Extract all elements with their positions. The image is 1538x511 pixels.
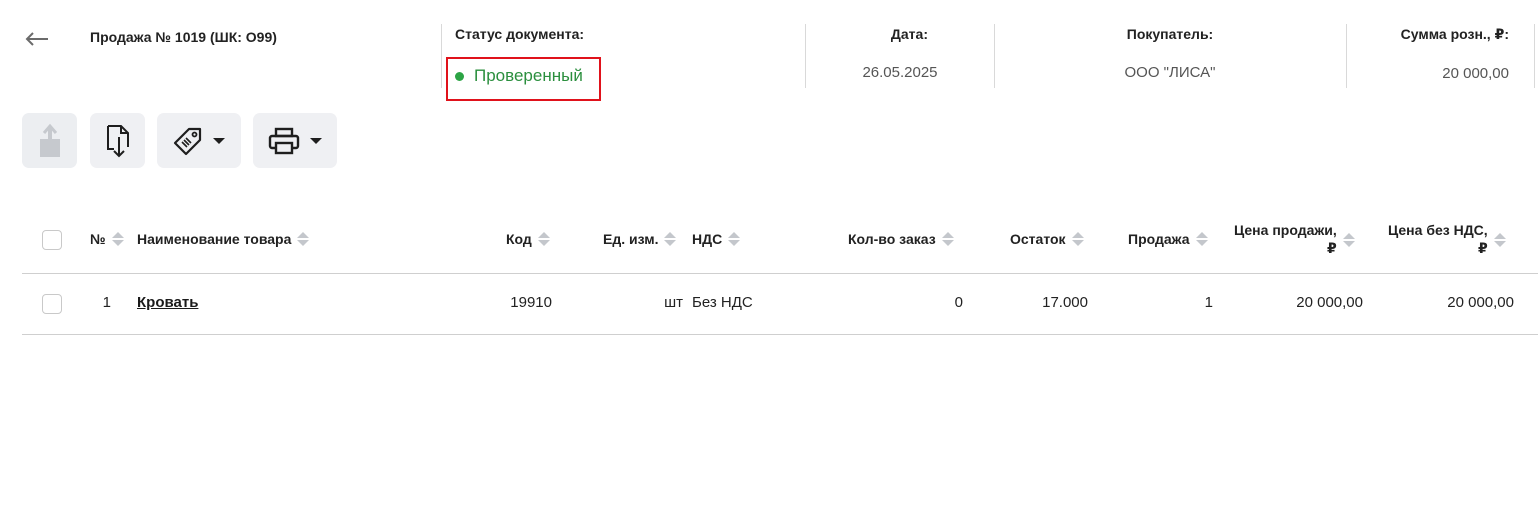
column-label: Цена без НДС, ₽: [1388, 221, 1488, 257]
buyer-value: ООО "ЛИСА": [1124, 64, 1216, 81]
chevron-down-icon: [213, 137, 225, 144]
column-header-unit[interactable]: Ед. изм.: [603, 231, 677, 247]
buyer-label: Покупатель:: [1126, 26, 1214, 42]
column-header-stock[interactable]: Остаток: [1010, 231, 1084, 247]
buyer-field: Покупатель: ООО "ЛИСА": [1010, 26, 1330, 81]
chevron-down-icon: [310, 137, 322, 144]
sort-icon[interactable]: [728, 232, 741, 246]
column-label: Продажа: [1128, 231, 1190, 247]
sort-icon[interactable]: [941, 232, 954, 246]
cell-price-no-vat: 20 000,00: [1447, 294, 1514, 311]
date-field: Дата: 26.05.2025: [820, 26, 980, 81]
column-label: Цена продажи, ₽: [1234, 221, 1337, 257]
cell-vat: Без НДС: [692, 294, 753, 311]
divider: [994, 24, 995, 88]
column-header-qty-order[interactable]: Кол-во заказ: [848, 231, 954, 247]
column-label: Остаток: [1010, 231, 1066, 247]
column-label: Кол-во заказ: [848, 231, 936, 247]
column-header-vat[interactable]: НДС: [692, 231, 741, 247]
document-download-icon: [106, 124, 129, 157]
status-badge: Проверенный: [455, 66, 583, 86]
column-header-sale[interactable]: Продажа: [1128, 231, 1208, 247]
column-header-price[interactable]: Цена продажи, ₽: [1234, 221, 1355, 257]
cell-price: 20 000,00: [1296, 294, 1363, 311]
divider: [1534, 24, 1535, 88]
cell-stock: 17.000: [1042, 294, 1088, 311]
sort-icon[interactable]: [1493, 233, 1506, 247]
column-label: Код: [506, 231, 532, 247]
column-header-price-no-vat[interactable]: Цена без НДС, ₽: [1388, 221, 1506, 257]
sum-field: Сумма розн., ₽: 20 000,00: [1360, 26, 1509, 82]
sort-icon[interactable]: [664, 232, 677, 246]
sort-icon[interactable]: [297, 232, 310, 246]
column-label: НДС: [692, 231, 723, 247]
divider: [805, 24, 806, 88]
column-label-line: ₽: [1477, 240, 1488, 256]
row-checkbox[interactable]: [42, 294, 62, 314]
column-label-line: Цена продажи,: [1234, 222, 1337, 238]
divider: [441, 24, 442, 88]
table-row[interactable]: 1 Кровать 19910 шт Без НДС 0 17.000 1 20…: [22, 274, 1538, 335]
column-header-code[interactable]: Код: [506, 231, 550, 247]
cell-code: 19910: [510, 294, 552, 311]
cell-unit: шт: [664, 294, 683, 311]
back-arrow-icon[interactable]: [24, 26, 50, 52]
status-value: Проверенный: [474, 66, 583, 85]
cell-sale: 1: [1204, 294, 1213, 311]
printer-icon: [268, 127, 300, 154]
price-tag-dropdown-button[interactable]: [157, 113, 241, 168]
column-label-line: Цена без НДС,: [1388, 222, 1488, 238]
sort-icon[interactable]: [537, 232, 550, 246]
price-tag-icon: [173, 127, 202, 155]
column-header-number[interactable]: №: [90, 231, 124, 247]
cell-qty-order: 0: [954, 294, 963, 311]
cell-number: 1: [102, 294, 111, 311]
export-button[interactable]: [22, 113, 77, 168]
divider: [1346, 24, 1347, 88]
sum-label: Сумма розн., ₽:: [1400, 26, 1509, 42]
sort-icon[interactable]: [1071, 232, 1084, 246]
column-label: Ед. изм.: [603, 231, 659, 247]
status-label: Статус документа:: [455, 26, 585, 42]
sort-icon[interactable]: [111, 232, 124, 246]
column-label: Наименование товара: [137, 231, 292, 247]
table-header: № Наименование товара Код Ед. изм. НДС К…: [22, 205, 1538, 274]
column-header-name[interactable]: Наименование товара: [137, 231, 310, 247]
sort-icon[interactable]: [1342, 233, 1355, 247]
select-all-checkbox[interactable]: [42, 230, 62, 250]
import-document-button[interactable]: [90, 113, 145, 168]
export-icon: [39, 123, 60, 157]
sort-icon[interactable]: [1195, 232, 1208, 246]
product-name-link[interactable]: Кровать: [137, 294, 198, 311]
column-label: №: [90, 231, 106, 247]
date-label: Дата:: [890, 26, 928, 42]
sum-value: 20 000,00: [1442, 65, 1509, 82]
status-dot-icon: [455, 71, 464, 81]
document-title: Продажа № 1019 (ШК: О99): [90, 29, 277, 45]
date-value: 26.05.2025: [862, 64, 938, 81]
print-dropdown-button[interactable]: [253, 113, 337, 168]
column-label-line: ₽: [1327, 240, 1337, 256]
